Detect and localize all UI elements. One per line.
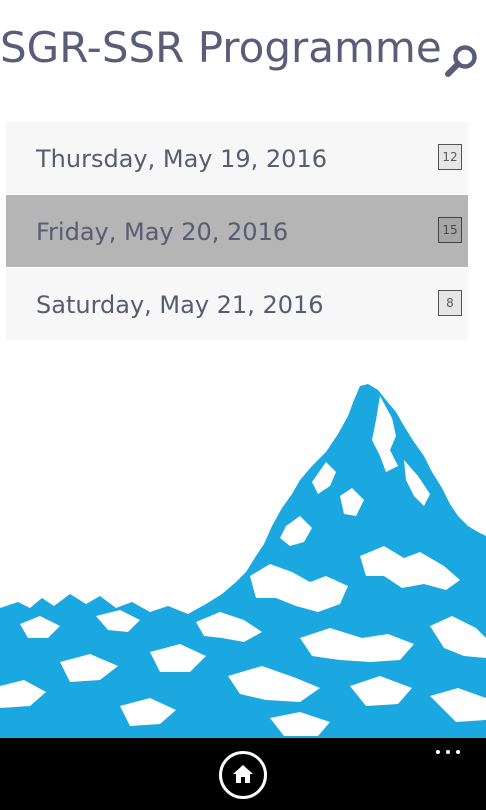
mountain-illustration <box>0 376 486 738</box>
date-item-saturday[interactable]: Saturday, May 21, 2016 8 <box>6 268 468 340</box>
session-count-badge: 12 <box>438 144 462 170</box>
date-list: Thursday, May 19, 2016 12 Friday, May 20… <box>6 122 468 341</box>
session-count-badge: 15 <box>438 217 462 243</box>
app-bar <box>0 738 486 810</box>
ellipsis-icon[interactable] <box>430 742 470 762</box>
date-item-friday[interactable]: Friday, May 20, 2016 15 <box>6 195 468 267</box>
home-icon[interactable] <box>219 751 267 799</box>
search-icon[interactable] <box>444 43 480 79</box>
date-item-thursday[interactable]: Thursday, May 19, 2016 12 <box>6 122 468 194</box>
header: SGR-SSR Programme <box>0 0 486 100</box>
session-count-badge: 8 <box>438 290 462 316</box>
page-title: SGR-SSR Programme <box>0 23 442 72</box>
date-label: Friday, May 20, 2016 <box>36 218 289 246</box>
date-label: Thursday, May 19, 2016 <box>36 145 327 173</box>
date-label: Saturday, May 21, 2016 <box>36 291 324 319</box>
app-page: SGR-SSR Programme Thursday, May 19, 2016… <box>0 0 486 810</box>
